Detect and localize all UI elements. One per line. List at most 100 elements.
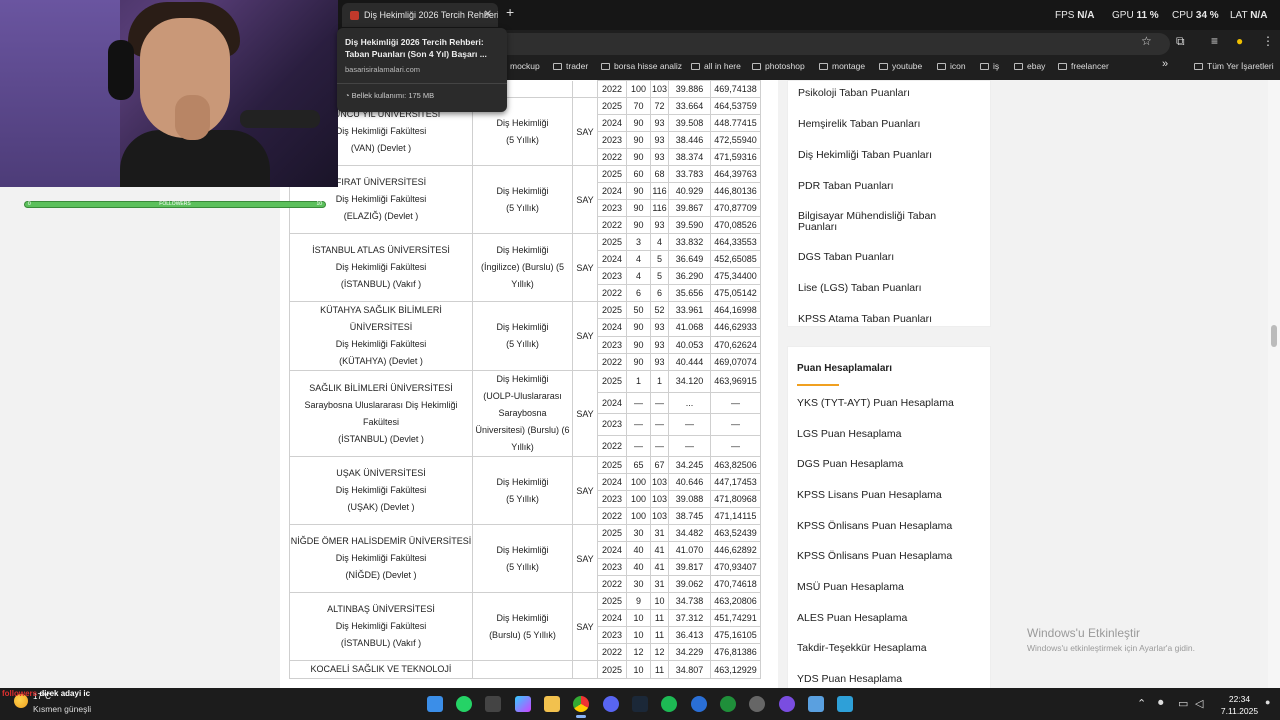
start-windows-icon[interactable]	[427, 696, 443, 712]
whatsapp-icon[interactable]	[456, 696, 472, 712]
program-cell: Diş Hekimliği (5 Yıllık)	[472, 301, 573, 371]
sidebar-link[interactable]: PDR Taban Puanları	[798, 181, 978, 192]
sidebar-link[interactable]: Takdir-Teşekkür Hesaplama	[797, 643, 977, 654]
sidebar-link[interactable]: ALES Puan Hesaplama	[797, 613, 977, 624]
clock[interactable]: 22:34 7.11.2025	[1217, 693, 1262, 717]
score-cell: 471,14115	[710, 507, 761, 525]
sidebar-link[interactable]: DGS Puan Hesaplama	[797, 459, 977, 470]
folder-icon	[1014, 63, 1023, 70]
chrome-icon[interactable]	[573, 696, 589, 712]
folder-icon	[601, 63, 610, 70]
score-cell: 37.312	[668, 609, 711, 627]
extensions-icon[interactable]: ⧉	[1176, 34, 1185, 49]
sidebar-link[interactable]: Psikoloji Taban Puanları	[798, 88, 978, 99]
bookmark-item[interactable]: ebay	[1014, 61, 1045, 71]
weather-desc[interactable]: Kısmen güneşli	[33, 704, 91, 714]
volume-icon[interactable]: ◁	[1195, 697, 1203, 710]
sidebar-link[interactable]: Diş Hekimliği Taban Puanları	[798, 150, 978, 161]
score-cell: —	[650, 434, 669, 457]
bookmark-item[interactable]: freelancer	[1058, 61, 1109, 71]
bookmark-item[interactable]: icon	[937, 61, 966, 71]
score-cell: 2025	[597, 300, 627, 320]
score-cell: 446,80136	[710, 182, 761, 200]
score-cell: 33.783	[668, 165, 711, 183]
score-cell: 470,93407	[710, 558, 761, 576]
university-line: Diş Hekimliği Fakültesi	[335, 339, 427, 349]
score-cell: 41.068	[668, 318, 711, 337]
copilot-icon[interactable]	[515, 696, 531, 712]
sidebar-link[interactable]: Lise (LGS) Taban Puanları	[798, 283, 978, 294]
sidebar-link[interactable]: KPSS Lisans Puan Hesaplama	[797, 490, 977, 501]
score-cell: 38.374	[668, 148, 711, 166]
bookmark-item[interactable]: trader	[553, 61, 588, 71]
sidebar-link[interactable]: KPSS Önlisans Puan Hesaplama	[797, 551, 977, 562]
bookmark-item[interactable]: all in here	[691, 61, 741, 71]
bookmark-item[interactable]: montage	[819, 61, 865, 71]
bookmark-item[interactable]: iş	[980, 61, 999, 71]
score-cell: 36.290	[668, 267, 711, 285]
tab-title: Diş Hekimliği 2026 Tercih Rehberi	[364, 10, 498, 20]
university-line: İSTANBUL ATLAS ÜNİVERSİTESİ	[312, 245, 450, 255]
media-controls-icon[interactable]: ≡	[1211, 34, 1218, 48]
score-cell: 39.886	[668, 80, 711, 98]
microphone-tray-icon[interactable]: ⏺	[1158, 697, 1164, 710]
score-type-cell: SAY	[572, 524, 598, 593]
all-bookmarks-folder[interactable]: Tüm Yer İşaretleri	[1194, 61, 1274, 71]
bookmark-item[interactable]: mockup	[510, 61, 540, 71]
score-cell: 2025	[597, 592, 627, 610]
score-cell: 2024	[597, 250, 627, 268]
app-ring-icon[interactable]	[779, 696, 795, 712]
university-line: (İSTANBUL) (Devlet )	[338, 433, 424, 444]
bookmark-item[interactable]: youtube	[879, 61, 922, 71]
program-line: (5 Yıllık)	[506, 339, 539, 349]
discord-icon[interactable]	[603, 696, 619, 712]
score-cell: 90	[626, 182, 651, 200]
file-explorer-icon[interactable]	[544, 696, 560, 712]
steam-icon[interactable]	[632, 696, 648, 712]
program-cell: Diş Hekimliği (5 Yıllık)	[472, 524, 573, 593]
table-row: İSTANBUL ATLAS ÜNİVERSİTESİ Diş Hekimliği…	[289, 233, 761, 302]
notification-bell-icon[interactable]: ●	[1265, 697, 1270, 707]
sidebar-link[interactable]: KPSS Atama Taban Puanları	[798, 314, 978, 325]
network-icon[interactable]: ▭	[1178, 697, 1188, 710]
bookmark-star-icon[interactable]: ☆	[1141, 34, 1152, 48]
score-cell: 2023	[597, 199, 627, 217]
sidebar-link[interactable]: MSÜ Puan Hesaplama	[797, 582, 977, 593]
app-u-icon[interactable]	[720, 696, 736, 712]
profile-avatar-icon[interactable]: ●	[1236, 34, 1243, 48]
tab-close-icon[interactable]: ✕	[484, 3, 492, 27]
app-game-icon[interactable]	[808, 696, 824, 712]
score-cell: 72	[650, 97, 669, 115]
sidebar-link[interactable]: DGS Taban Puanları	[798, 252, 978, 263]
hover-card-divider	[337, 83, 507, 84]
app-photos-icon[interactable]	[837, 696, 853, 712]
sidebar-link[interactable]: Bilgisayar Mühendisliği Taban Puanları	[798, 211, 978, 233]
bookmark-item[interactable]: photoshop	[752, 61, 805, 71]
score-cell: —	[710, 413, 761, 436]
scrollbar-thumb[interactable]	[1271, 325, 1277, 347]
bookmarks-more-icon[interactable]: »	[1162, 58, 1168, 70]
sidebar-link[interactable]: Hemşirelik Taban Puanları	[798, 119, 978, 130]
page-scrollbar[interactable]	[1268, 80, 1280, 688]
calc-panel-title: Puan Hesaplamaları	[797, 363, 893, 374]
bookmark-item[interactable]: borsa hisse analiz	[601, 61, 682, 71]
tray-chevron-icon[interactable]: ⌃	[1137, 697, 1146, 710]
sidebar-link[interactable]: YDS Puan Hesaplama	[797, 674, 977, 685]
university-line: Diş Hekimliği Fakültesi	[335, 262, 427, 272]
spotify-icon[interactable]	[661, 696, 677, 712]
sidebar-link[interactable]: YKS (TYT-AYT) Puan Hesaplama	[797, 398, 977, 409]
sidebar-link[interactable]: KPSS Önlisans Puan Hesaplama	[797, 521, 977, 532]
score-type-cell: SAY	[572, 233, 598, 302]
app-settings-icon[interactable]	[749, 696, 765, 712]
menu-kebab-icon[interactable]: ⋮	[1262, 34, 1274, 48]
score-cell: 93	[650, 131, 669, 149]
new-tab-button[interactable]: +	[506, 4, 514, 20]
university-cell: UŞAK ÜNİVERSİTESİ Diş Hekimliği Fakültesi…	[289, 456, 473, 525]
sidebar-link[interactable]: LGS Puan Hesaplama	[797, 429, 977, 440]
app-c-icon[interactable]	[691, 696, 707, 712]
university-line: Diş Hekimliği Fakültesi	[335, 621, 427, 631]
store-icon[interactable]	[485, 696, 501, 712]
score-cell: 100	[626, 490, 651, 508]
table-row: SAĞLIK BİLİMLERİ ÜNİVERSİTESİ Saraybosna …	[289, 370, 761, 457]
tab-active[interactable]: Diş Hekimliği 2026 Tercih Rehberi ✕	[342, 3, 498, 27]
